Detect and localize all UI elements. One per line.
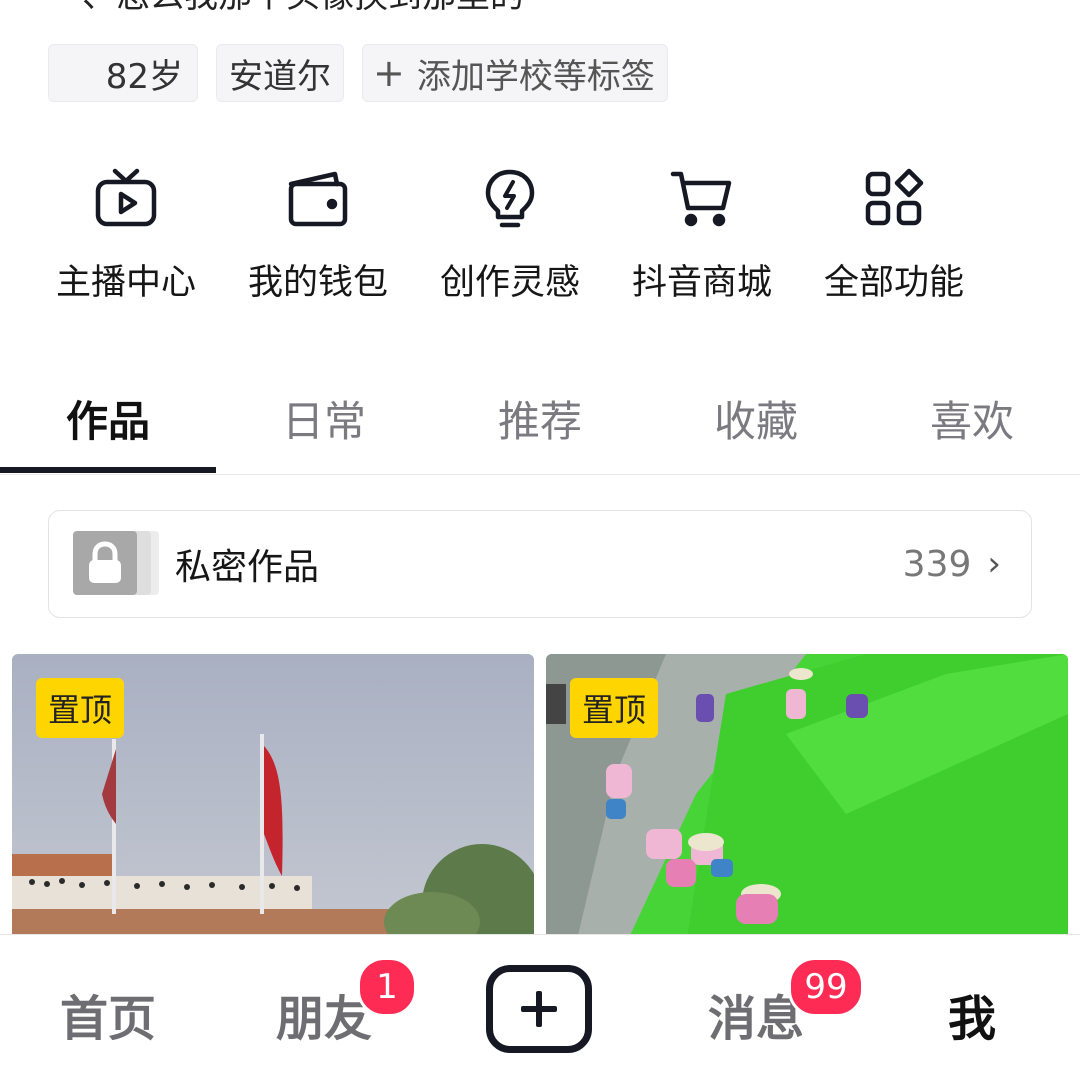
tab-recommend[interactable]: 推荐 xyxy=(432,388,648,449)
nav-me[interactable]: 我 xyxy=(864,979,1080,1049)
bio-text: 、怎么我那个头像换到那里的 xyxy=(82,0,524,17)
lightbulb-icon xyxy=(485,169,535,228)
shortcut-inspiration[interactable]: 创作灵感 xyxy=(414,166,606,305)
shortcut-label: 全部功能 xyxy=(823,263,964,303)
pinned-badge: 置顶 xyxy=(570,678,659,738)
private-works-title: 私密作品 xyxy=(175,547,320,588)
private-works-count: 339 xyxy=(902,543,972,585)
lock-icon xyxy=(73,531,137,595)
shortcut-row: 主播中心 我的钱包 创作灵感 抖音商城 全部功能 xyxy=(0,166,1030,305)
tab-likes[interactable]: 喜欢 xyxy=(864,388,1080,449)
shortcut-all-features[interactable]: 全部功能 xyxy=(798,166,990,305)
shortcut-label: 抖音商城 xyxy=(631,263,772,303)
tab-favorites[interactable]: 收藏 xyxy=(648,388,864,449)
profile-tabs: 作品 日常 推荐 收藏 喜欢 xyxy=(0,378,1080,475)
private-works-row[interactable]: 私密作品 339 › xyxy=(48,510,1032,618)
plus-icon xyxy=(521,991,557,1027)
nav-home[interactable]: 首页 xyxy=(0,979,216,1049)
wallet-icon xyxy=(288,171,348,227)
chevron-right-icon: › xyxy=(987,544,1001,584)
video-grid: 置顶 置顶 xyxy=(12,654,1068,944)
active-tab-indicator xyxy=(0,467,216,473)
shortcut-label: 主播中心 xyxy=(55,263,196,303)
shortcut-mall[interactable]: 抖音商城 xyxy=(606,166,798,305)
shortcut-label: 我的钱包 xyxy=(247,263,388,303)
grid-icon xyxy=(865,168,924,226)
location-tag[interactable]: 安道尔 xyxy=(216,44,344,102)
shortcut-wallet[interactable]: 我的钱包 xyxy=(222,166,414,305)
friends-badge: 1 xyxy=(357,957,417,1017)
private-thumbnail-stack xyxy=(73,531,163,597)
shortcut-streamer-center[interactable]: 主播中心 xyxy=(30,166,222,305)
bottom-nav: 首页 朋友 1 消息 99 我 xyxy=(0,934,1080,1081)
video-thumbnail[interactable]: 置顶 xyxy=(12,654,534,944)
plus-icon: + xyxy=(373,51,405,95)
shortcut-label: 创作灵感 xyxy=(439,263,580,303)
create-button[interactable] xyxy=(486,965,592,1053)
age-tag[interactable]: 82岁 xyxy=(48,44,198,102)
messages-badge: 99 xyxy=(788,957,864,1017)
add-tag-label: 添加学校等标签 xyxy=(416,56,655,97)
video-thumbnail[interactable]: 置顶 xyxy=(546,654,1068,944)
profile-tags: 82岁 安道尔 + 添加学校等标签 xyxy=(48,44,668,102)
tv-play-icon xyxy=(95,168,157,227)
add-tag-button[interactable]: + 添加学校等标签 xyxy=(362,44,668,102)
tab-works[interactable]: 作品 xyxy=(0,388,216,449)
pinned-badge: 置顶 xyxy=(36,678,125,738)
tab-daily[interactable]: 日常 xyxy=(216,388,432,449)
cart-icon xyxy=(670,171,732,227)
